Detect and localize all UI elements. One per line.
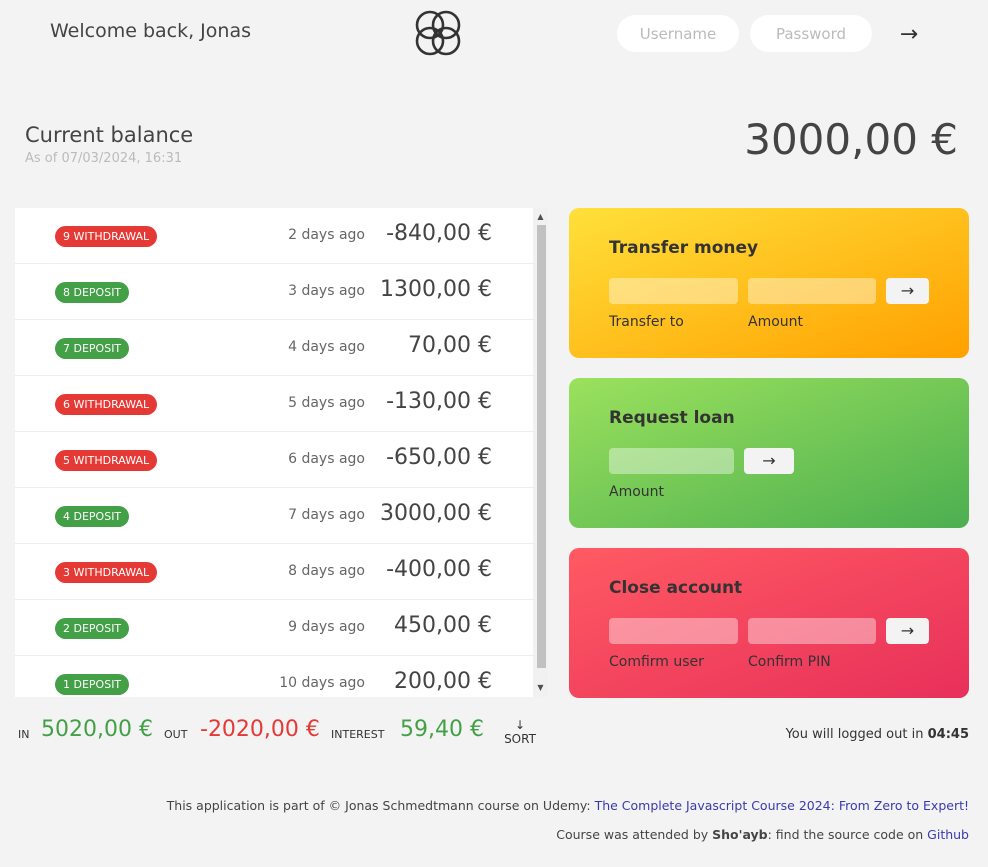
login-button[interactable]: → — [892, 18, 926, 50]
welcome-message: Welcome back, Jonas — [50, 20, 251, 42]
loan-panel: Request loan → Amount — [569, 378, 969, 528]
transfer-to-input[interactable] — [609, 278, 738, 304]
close-pin-label: Confirm PIN — [748, 654, 831, 670]
movement-date: 9 days ago — [288, 619, 365, 635]
close-pin-input[interactable] — [748, 618, 876, 644]
logout-timer: You will logged out in 04:45 — [0, 727, 969, 742]
password-input[interactable] — [750, 15, 872, 52]
movement-date: 7 days ago — [288, 507, 365, 523]
movement-date: 4 days ago — [288, 339, 365, 355]
course-link[interactable]: The Complete Javascript Course 2024: Fro… — [595, 798, 969, 813]
movement-type-badge: 5 WITHDRAWAL — [55, 450, 158, 471]
close-button[interactable]: → — [886, 618, 929, 644]
transfer-amount-label: Amount — [748, 314, 804, 330]
movement-type-badge: 9 WITHDRAWAL — [55, 226, 158, 247]
movement-value: 70,00 € — [408, 333, 492, 358]
movement-value: 200,00 € — [394, 669, 492, 694]
close-user-label: Comfirm user — [609, 654, 704, 670]
movements-scrollbar[interactable]: ▲ ▼ — [533, 208, 548, 697]
footer-course: This application is part of © Jonas Schm… — [0, 798, 969, 813]
transfer-title: Transfer money — [609, 238, 759, 258]
loan-amount-input[interactable] — [609, 448, 734, 474]
logo-icon — [415, 10, 461, 56]
close-user-input[interactable] — [609, 618, 738, 644]
movement-row: 6 WITHDRAWAL 5 days ago -130,00 € — [15, 376, 533, 432]
scroll-up-icon[interactable]: ▲ — [536, 212, 545, 222]
close-title: Close account — [609, 578, 743, 598]
movements-list[interactable]: 9 WITHDRAWAL 2 days ago -840,00 € 8 DEPOSIT… — [15, 208, 548, 697]
balance-value: 3000,00 € — [744, 115, 958, 164]
movement-date: 10 days ago — [279, 675, 365, 691]
loan-title: Request loan — [609, 408, 735, 428]
footer-attended-text: Course was attended by — [556, 827, 713, 842]
transfer-button[interactable]: → — [886, 278, 929, 304]
movement-type-badge: 6 WITHDRAWAL — [55, 394, 158, 415]
movement-row: 5 WITHDRAWAL 6 days ago -650,00 € — [15, 432, 533, 488]
attendee-name: Sho'ayb — [712, 827, 768, 842]
movement-row: 7 DEPOSIT 4 days ago 70,00 € — [15, 320, 533, 376]
movement-value: 3000,00 € — [380, 501, 492, 526]
movement-type-badge: 3 WITHDRAWAL — [55, 562, 158, 583]
movement-value: -840,00 € — [386, 221, 492, 246]
movement-value: -650,00 € — [386, 445, 492, 470]
transfer-amount-input[interactable] — [748, 278, 876, 304]
logout-timer-value: 04:45 — [927, 727, 969, 742]
loan-amount-label: Amount — [609, 484, 665, 500]
movement-value: -130,00 € — [386, 389, 492, 414]
footer-attribution: Course was attended by Sho'ayb: find the… — [0, 827, 969, 842]
movement-row: 2 DEPOSIT 9 days ago 450,00 € — [15, 600, 533, 656]
movement-row: 8 DEPOSIT 3 days ago 1300,00 € — [15, 264, 533, 320]
github-link[interactable]: Github — [927, 827, 969, 842]
movement-value: 450,00 € — [394, 613, 492, 638]
close-panel: Close account → Comfirm user Confirm PIN — [569, 548, 969, 698]
movement-value: 1300,00 € — [380, 277, 492, 302]
movement-value: -400,00 € — [386, 557, 492, 582]
movement-date: 8 days ago — [288, 563, 365, 579]
transfer-to-label: Transfer to — [609, 314, 684, 330]
movement-date: 5 days ago — [288, 395, 365, 411]
movement-type-badge: 1 DEPOSIT — [55, 674, 130, 695]
movement-type-badge: 4 DEPOSIT — [55, 506, 130, 527]
movement-row: 4 DEPOSIT 7 days ago 3000,00 € — [15, 488, 533, 544]
scroll-thumb[interactable] — [537, 225, 546, 668]
footer-source-text: : find the source code on — [767, 827, 928, 842]
movement-type-badge: 2 DEPOSIT — [55, 618, 130, 639]
movement-date: 6 days ago — [288, 451, 365, 467]
movement-type-badge: 7 DEPOSIT — [55, 338, 130, 359]
movement-row: 9 WITHDRAWAL 2 days ago -840,00 € — [15, 208, 533, 264]
logout-text: You will logged out in — [785, 727, 924, 742]
footer-course-text: This application is part of © Jonas Schm… — [166, 798, 595, 813]
loan-button[interactable]: → — [744, 448, 794, 474]
username-input[interactable] — [617, 15, 739, 52]
movement-type-badge: 8 DEPOSIT — [55, 282, 130, 303]
movement-row: 1 DEPOSIT 10 days ago 200,00 € — [15, 656, 533, 697]
movement-date: 2 days ago — [288, 227, 365, 243]
transfer-panel: Transfer money → Transfer to Amount — [569, 208, 969, 358]
scroll-down-icon[interactable]: ▼ — [536, 683, 545, 693]
movement-date: 3 days ago — [288, 283, 365, 299]
movement-row: 3 WITHDRAWAL 8 days ago -400,00 € — [15, 544, 533, 600]
